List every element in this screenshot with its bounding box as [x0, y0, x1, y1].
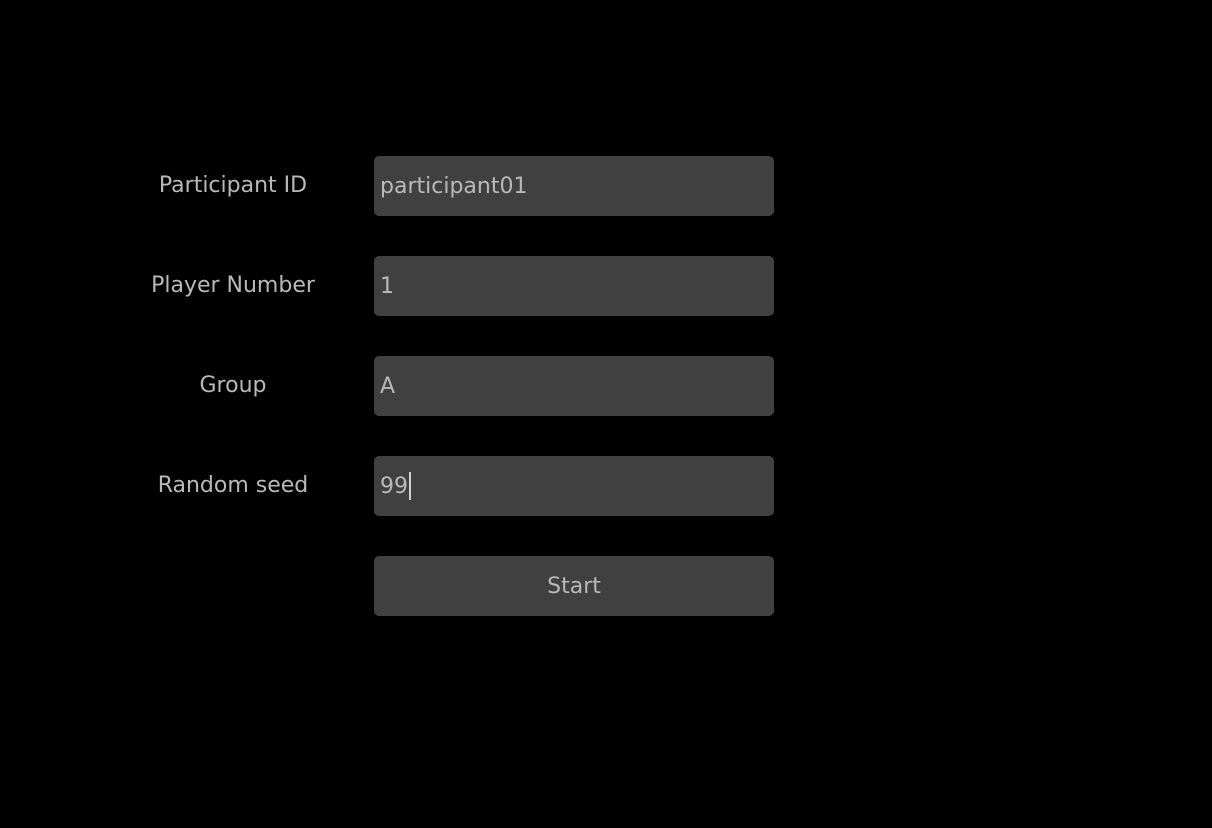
group-row: Group A: [0, 356, 1212, 416]
participant-id-label: Participant ID: [158, 173, 308, 198]
participant-id-input[interactable]: participant01: [374, 156, 774, 216]
group-input[interactable]: A: [374, 356, 774, 416]
player-number-input[interactable]: 1: [374, 256, 774, 316]
group-label: Group: [199, 373, 267, 398]
player-number-value: 1: [380, 273, 394, 299]
group-value: A: [380, 373, 396, 399]
random-seed-label: Random seed: [157, 473, 309, 498]
start-button-label: Start: [547, 573, 601, 599]
random-seed-input[interactable]: 99: [374, 456, 774, 516]
participant-id-value: participant01: [380, 173, 528, 199]
text-caret: [409, 472, 411, 500]
player-number-label: Player Number: [151, 273, 315, 298]
random-seed-row: Random seed 99: [0, 456, 1212, 516]
start-button[interactable]: Start: [374, 556, 774, 616]
player-number-row: Player Number 1: [0, 256, 1212, 316]
participant-id-row: Participant ID participant01: [0, 156, 1212, 216]
random-seed-value: 99: [380, 473, 408, 499]
